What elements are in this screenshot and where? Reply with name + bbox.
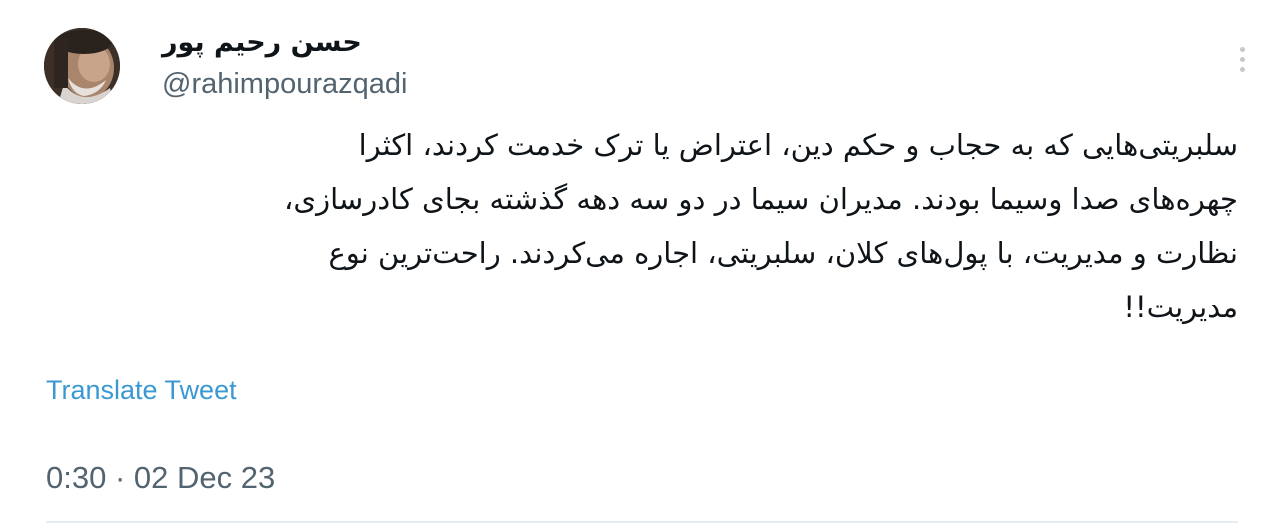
divider bbox=[46, 521, 1238, 523]
tweet-text-line: مدیریت!! bbox=[1123, 290, 1238, 324]
tweet-timestamp[interactable]: 0:30 · 02 Dec 23 bbox=[46, 459, 275, 497]
tweet-text: سلبریتی‌هایی که به حجاب و حکم دین، اعترا… bbox=[46, 118, 1238, 334]
tweet-text-line: چهره‌های صدا وسیما بودند. مدیران سیما در… bbox=[284, 182, 1238, 216]
more-options-button[interactable] bbox=[1230, 44, 1254, 74]
more-vertical-icon bbox=[1239, 56, 1245, 62]
avatar[interactable] bbox=[44, 28, 120, 104]
more-vertical-icon bbox=[1239, 46, 1245, 52]
tweet-text-line: سلبریتی‌هایی که به حجاب و حکم دین، اعترا… bbox=[358, 128, 1238, 162]
tweet-card: حسن رحیم پور @rahimpourazqadi سلبریتی‌ها… bbox=[0, 0, 1280, 524]
avatar-image bbox=[44, 28, 120, 104]
more-vertical-icon bbox=[1239, 66, 1245, 72]
translate-tweet-link[interactable]: Translate Tweet bbox=[46, 373, 237, 407]
author-display-name[interactable]: حسن رحیم پور bbox=[162, 26, 362, 60]
tweet-text-line: نظارت و مدیریت، با پول‌های کلان، سلبریتی… bbox=[328, 236, 1238, 270]
author-handle[interactable]: @rahimpourazqadi bbox=[162, 66, 407, 102]
